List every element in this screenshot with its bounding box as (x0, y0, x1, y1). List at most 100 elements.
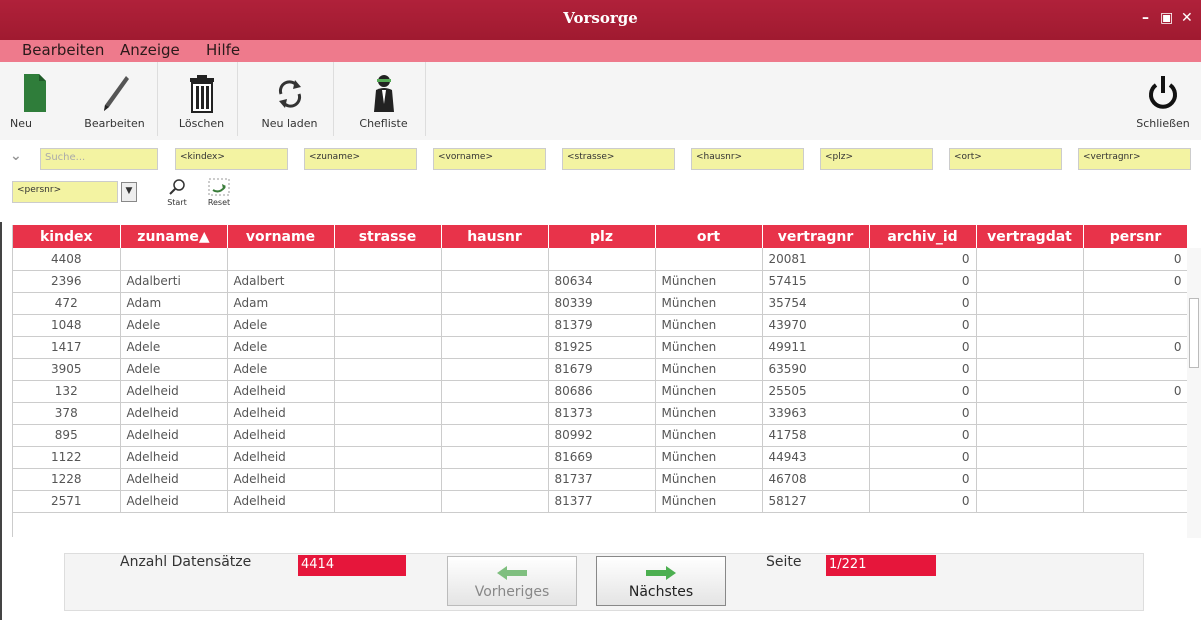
table-cell[interactable]: 44943 (762, 446, 870, 469)
bosslist-button[interactable]: Chefliste (342, 62, 426, 136)
table-cell[interactable] (976, 358, 1084, 381)
close-button[interactable]: Schließen (1126, 62, 1200, 136)
table-cell[interactable]: 80686 (548, 380, 656, 403)
table-cell[interactable]: 81925 (548, 336, 656, 359)
table-cell[interactable] (441, 490, 549, 513)
table-cell[interactable]: 80992 (548, 424, 656, 447)
table-cell[interactable]: München (655, 314, 763, 337)
table-cell[interactable] (441, 380, 549, 403)
table-cell[interactable] (976, 490, 1084, 513)
table-cell[interactable] (441, 270, 549, 293)
table-row[interactable]: 1122 Adelheid Adelheid 81669 München 44943 0 (13, 446, 1187, 469)
table-cell[interactable] (441, 424, 549, 447)
table-cell[interactable] (1083, 424, 1187, 447)
table-cell[interactable] (441, 358, 549, 381)
table-cell[interactable] (334, 446, 442, 469)
column-header-9[interactable]: vertragdat (976, 225, 1084, 248)
column-header-7[interactable]: vertragnr (762, 225, 870, 248)
search-input[interactable]: Suche... (40, 148, 158, 170)
table-cell[interactable] (1083, 314, 1187, 337)
table-cell[interactable]: München (655, 358, 763, 381)
table-row[interactable]: 132 Adelheid Adelheid 80686 München 25505 0 0 (13, 380, 1187, 403)
filter-vorname[interactable]: <vorname> (433, 148, 546, 170)
table-cell[interactable]: 0 (1083, 336, 1187, 359)
table-cell[interactable]: 0 (869, 314, 977, 337)
menu-bearbeiten[interactable]: Bearbeiten (22, 41, 104, 59)
column-header-0[interactable]: kindex (13, 225, 121, 248)
previous-button[interactable]: Vorheriges (447, 556, 577, 606)
column-header-3[interactable]: strasse (334, 225, 442, 248)
table-cell[interactable]: 132 (13, 380, 121, 403)
table-cell[interactable] (976, 292, 1084, 315)
table-cell[interactable] (334, 380, 442, 403)
table-cell[interactable]: 1228 (13, 468, 121, 491)
table-cell[interactable]: Adelheid (227, 490, 335, 513)
table-cell[interactable]: 81737 (548, 468, 656, 491)
table-cell[interactable]: Adam (120, 292, 228, 315)
filter-persnr[interactable]: <persnr> (12, 181, 118, 203)
table-cell[interactable] (334, 270, 442, 293)
table-cell[interactable] (1083, 402, 1187, 425)
table-cell[interactable]: 0 (869, 292, 977, 315)
maximize-button[interactable]: ▣ (1160, 10, 1173, 26)
table-cell[interactable]: Adelheid (227, 446, 335, 469)
table-cell[interactable]: 0 (869, 424, 977, 447)
table-cell[interactable]: 43970 (762, 314, 870, 337)
table-cell[interactable]: Adelheid (120, 468, 228, 491)
table-cell[interactable] (334, 314, 442, 337)
start-button[interactable]: Start (157, 178, 197, 207)
column-header-8[interactable]: archiv_id (869, 225, 977, 248)
table-cell[interactable] (334, 358, 442, 381)
table-cell[interactable]: 80634 (548, 270, 656, 293)
table-cell[interactable]: Adalbert (227, 270, 335, 293)
filter-hausnr[interactable]: <hausnr> (691, 148, 804, 170)
table-cell[interactable]: Adam (227, 292, 335, 315)
table-cell[interactable]: 41758 (762, 424, 870, 447)
table-cell[interactable]: 0 (869, 380, 977, 403)
table-cell[interactable]: 58127 (762, 490, 870, 513)
table-cell[interactable]: Adele (120, 336, 228, 359)
table-cell[interactable] (655, 248, 763, 271)
table-cell[interactable] (548, 248, 656, 271)
table-row[interactable]: 378 Adelheid Adelheid 81373 München 33963 0 (13, 402, 1187, 425)
table-cell[interactable]: 35754 (762, 292, 870, 315)
table-cell[interactable] (441, 446, 549, 469)
table-cell[interactable]: 3905 (13, 358, 121, 381)
table-cell[interactable]: 63590 (762, 358, 870, 381)
table-cell[interactable]: München (655, 446, 763, 469)
table-row[interactable]: 3905 Adele Adele 81679 München 63590 0 (13, 358, 1187, 381)
table-cell[interactable] (120, 248, 228, 271)
table-cell[interactable]: 1048 (13, 314, 121, 337)
table-cell[interactable] (976, 446, 1084, 469)
table-cell[interactable] (334, 468, 442, 491)
table-row[interactable]: 1417 Adele Adele 81925 München 49911 0 0 (13, 336, 1187, 359)
table-row[interactable]: 472 Adam Adam 80339 München 35754 0 (13, 292, 1187, 315)
table-cell[interactable]: 4408 (13, 248, 121, 271)
table-cell[interactable]: 81379 (548, 314, 656, 337)
table-cell[interactable]: 378 (13, 402, 121, 425)
persnr-dropdown-arrow[interactable]: ▼ (121, 182, 137, 202)
table-cell[interactable]: 1122 (13, 446, 121, 469)
edit-button[interactable]: Bearbeiten (72, 62, 158, 136)
table-cell[interactable]: Adelheid (227, 402, 335, 425)
table-cell[interactable]: 472 (13, 292, 121, 315)
table-cell[interactable]: 2571 (13, 490, 121, 513)
table-cell[interactable]: 0 (1083, 270, 1187, 293)
column-header-1[interactable]: zuname▲ (120, 225, 228, 248)
table-cell[interactable] (976, 424, 1084, 447)
table-cell[interactable]: Adele (227, 314, 335, 337)
menu-anzeige[interactable]: Anzeige (120, 41, 180, 59)
table-cell[interactable] (227, 248, 335, 271)
table-cell[interactable]: München (655, 424, 763, 447)
table-cell[interactable] (334, 292, 442, 315)
table-cell[interactable] (976, 314, 1084, 337)
vertical-scrollbar[interactable] (1187, 248, 1201, 538)
column-header-5[interactable]: plz (548, 225, 656, 248)
table-cell[interactable]: 0 (869, 402, 977, 425)
table-cell[interactable] (1083, 446, 1187, 469)
table-cell[interactable]: 81377 (548, 490, 656, 513)
table-cell[interactable] (334, 248, 442, 271)
table-cell[interactable]: München (655, 292, 763, 315)
next-button[interactable]: Nächstes (596, 556, 726, 606)
table-cell[interactable]: Adele (120, 314, 228, 337)
